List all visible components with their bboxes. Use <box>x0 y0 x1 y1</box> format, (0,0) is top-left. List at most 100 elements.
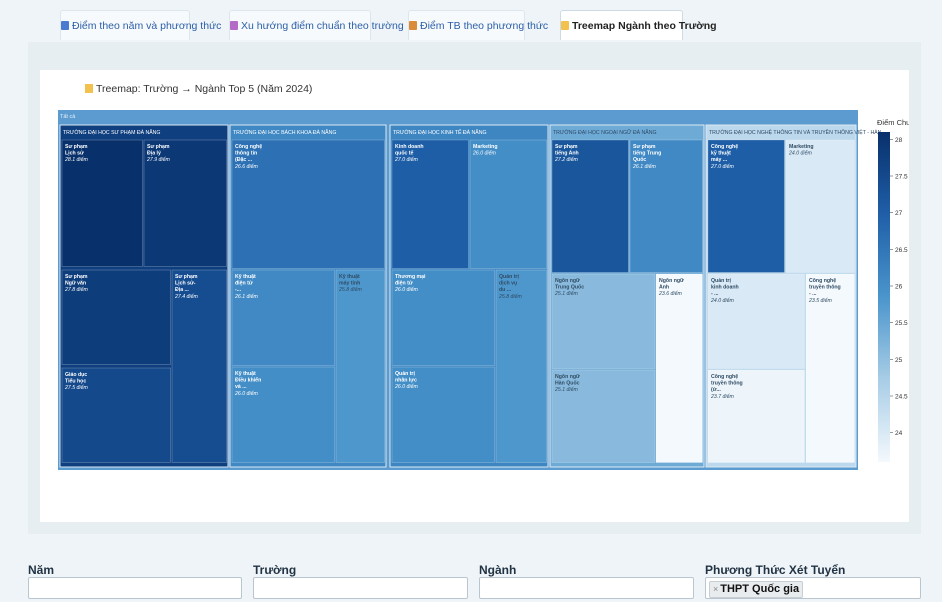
major-label: (ứ... <box>711 387 721 393</box>
school-label: TRƯỜNG ĐẠI HỌC NGOẠI NGỮ ĐÀ NẴNG <box>553 129 657 136</box>
major-label: Địa lý <box>147 151 161 157</box>
major-cell <box>335 269 385 463</box>
major-label: Ngữ văn <box>65 281 86 287</box>
major-label: tiếng Trung <box>633 150 661 157</box>
filter-label-major: Ngành <box>479 563 517 577</box>
major-select[interactable] <box>479 577 694 599</box>
tab-treemap[interactable]: Treemap Ngành theo Trường <box>560 10 717 40</box>
tab-average-by-method[interactable]: Điểm TB theo phương thức <box>408 10 548 40</box>
major-label: Quản trị <box>499 274 519 280</box>
colorbar-tick-label: 28 <box>895 137 903 144</box>
major-label: Ngôn ngữ <box>555 278 580 284</box>
colorbar-tick-label: 27.5 <box>895 174 908 181</box>
major-label: Kỹ thuật <box>235 274 256 280</box>
major-label: máy ... <box>711 157 728 163</box>
major-label: Ngôn ngữ <box>659 278 684 284</box>
major-label: truyền thông <box>711 381 743 387</box>
school-label: TRƯỜNG ĐẠI HỌC SƯ PHẠM ĐÀ NẴNG <box>63 129 160 136</box>
treemap-root-label: Tất cả <box>60 114 76 120</box>
school-label: TRƯỜNG ĐẠI HỌC NGHỆ THÔNG TIN VÀ TRUYỀN … <box>709 128 882 136</box>
major-label: điện tử <box>235 281 253 287</box>
major-value: 25.1 điểm <box>554 386 578 393</box>
major-label: tiếng Anh <box>555 150 579 157</box>
tab-trend-by-school[interactable]: Xu hướng điểm chuẩn theo trường <box>229 10 404 40</box>
major-value: 26.0 điểm <box>394 286 418 293</box>
major-value: 27.5 điểm <box>64 384 88 391</box>
method-multiselect[interactable]: × THPT Quốc gia <box>705 577 921 599</box>
remove-chip-icon[interactable]: × <box>713 584 718 594</box>
tab-bar: Điểm theo năm và phương thức Xu hướng đi… <box>0 0 942 42</box>
major-value: 23.6 điểm <box>658 290 682 297</box>
major-value: 23.7 điểm <box>710 393 734 400</box>
colorbar <box>878 132 890 462</box>
major-cell <box>785 139 855 273</box>
major-value: 26.0 điểm <box>394 383 418 390</box>
tab-score-by-year[interactable]: Điểm theo năm và phương thức <box>60 10 221 40</box>
major-label: Sư phạm <box>65 144 88 150</box>
colorbar-tick-label: 24 <box>895 430 903 437</box>
major-value: 26.6 điểm <box>234 163 258 170</box>
filter-label-method: Phương Thức Xét Tuyển <box>705 563 846 577</box>
major-value: 27.2 điểm <box>554 156 578 163</box>
major-value: 24.0 điểm <box>788 150 812 157</box>
colorbar-tick-label: 25.5 <box>895 320 908 327</box>
colorbar-tick-label: 26 <box>895 284 903 291</box>
major-value: 26.0 điểm <box>234 390 258 397</box>
major-label: Kinh doanh <box>395 144 424 150</box>
colorbar-title: Điểm Chuẩn <box>877 118 909 127</box>
major-label: -... <box>235 287 242 293</box>
major-label: Sư phạm <box>555 144 578 150</box>
major-label: Công nghệ <box>809 278 836 284</box>
major-label: Quản trị <box>395 371 415 377</box>
year-select[interactable] <box>28 577 242 599</box>
major-label: Anh <box>659 285 669 291</box>
major-cell <box>231 139 385 269</box>
colorbar-tick-label: 26.5 <box>895 247 908 254</box>
major-label: Marketing <box>789 144 814 150</box>
major-label: máy tính <box>339 281 360 287</box>
folder-icon <box>561 21 569 30</box>
major-label: Sư phạm <box>175 274 198 280</box>
major-label: Địa ... <box>175 287 189 293</box>
major-label: thông tin <box>235 151 257 157</box>
major-value: 23.5 điểm <box>808 297 832 304</box>
major-label: (Đặc ... <box>235 157 253 163</box>
major-label: kỹ thuật <box>711 151 731 157</box>
trend-chart-icon <box>230 21 238 30</box>
major-label: du ... <box>499 287 512 293</box>
major-label: Kỹ thuật <box>339 274 360 280</box>
treemap-chart: Tất cả TRƯỜNG ĐẠI HỌC SƯ PHẠM ĐÀ NẴNG Sư p… <box>58 110 909 470</box>
major-label: dịch vụ <box>499 281 517 287</box>
major-value: 25.1 điểm <box>554 290 578 297</box>
colorbar-tick-label: 25 <box>895 357 903 364</box>
major-value: 27.9 điểm <box>146 156 170 163</box>
major-label: Công nghệ <box>235 144 262 150</box>
colorbar-tick-label: 27 <box>895 210 903 217</box>
major-label: Tiểu học <box>65 378 86 385</box>
major-label: - ... <box>809 291 817 297</box>
major-label: Lịch sử- <box>175 281 196 287</box>
major-label: và ... <box>235 384 247 390</box>
major-label: Giáo dục <box>65 372 87 378</box>
method-chip[interactable]: × THPT Quốc gia <box>709 581 804 598</box>
major-value: 24.0 điểm <box>710 297 734 304</box>
major-label: Thương mại <box>395 274 426 280</box>
major-label: Điều khiển <box>235 377 261 384</box>
major-label: kinh doanh <box>711 285 739 291</box>
school-select[interactable] <box>253 577 468 599</box>
major-label: - ... <box>711 291 719 297</box>
tab-panel: Treemap: Trường → Ngành Top 5 (Năm 2024)… <box>28 42 921 534</box>
filter-label-year: Năm <box>28 563 55 577</box>
major-label: Sư phạm <box>633 144 656 150</box>
major-label: Ngôn ngữ <box>555 374 580 380</box>
major-value: 27.0 điểm <box>710 163 734 170</box>
major-label: Sư phạm <box>147 144 170 150</box>
filter-bar: Năm Trường Ngành Phương Thức Xét Tuyển ×… <box>0 560 942 602</box>
tab-label: Điểm TB theo phương thức <box>420 20 549 32</box>
method-chip-label: THPT Quốc gia <box>720 583 800 595</box>
major-label: Quản trị <box>711 278 731 284</box>
major-value: 27.4 điểm <box>174 293 198 300</box>
major-label: Trung Quốc <box>555 284 584 291</box>
school-label: TRƯỜNG ĐẠI HỌC BÁCH KHOA ĐÀ NẴNG <box>233 129 336 136</box>
major-value: 25.8 điểm <box>498 293 522 300</box>
